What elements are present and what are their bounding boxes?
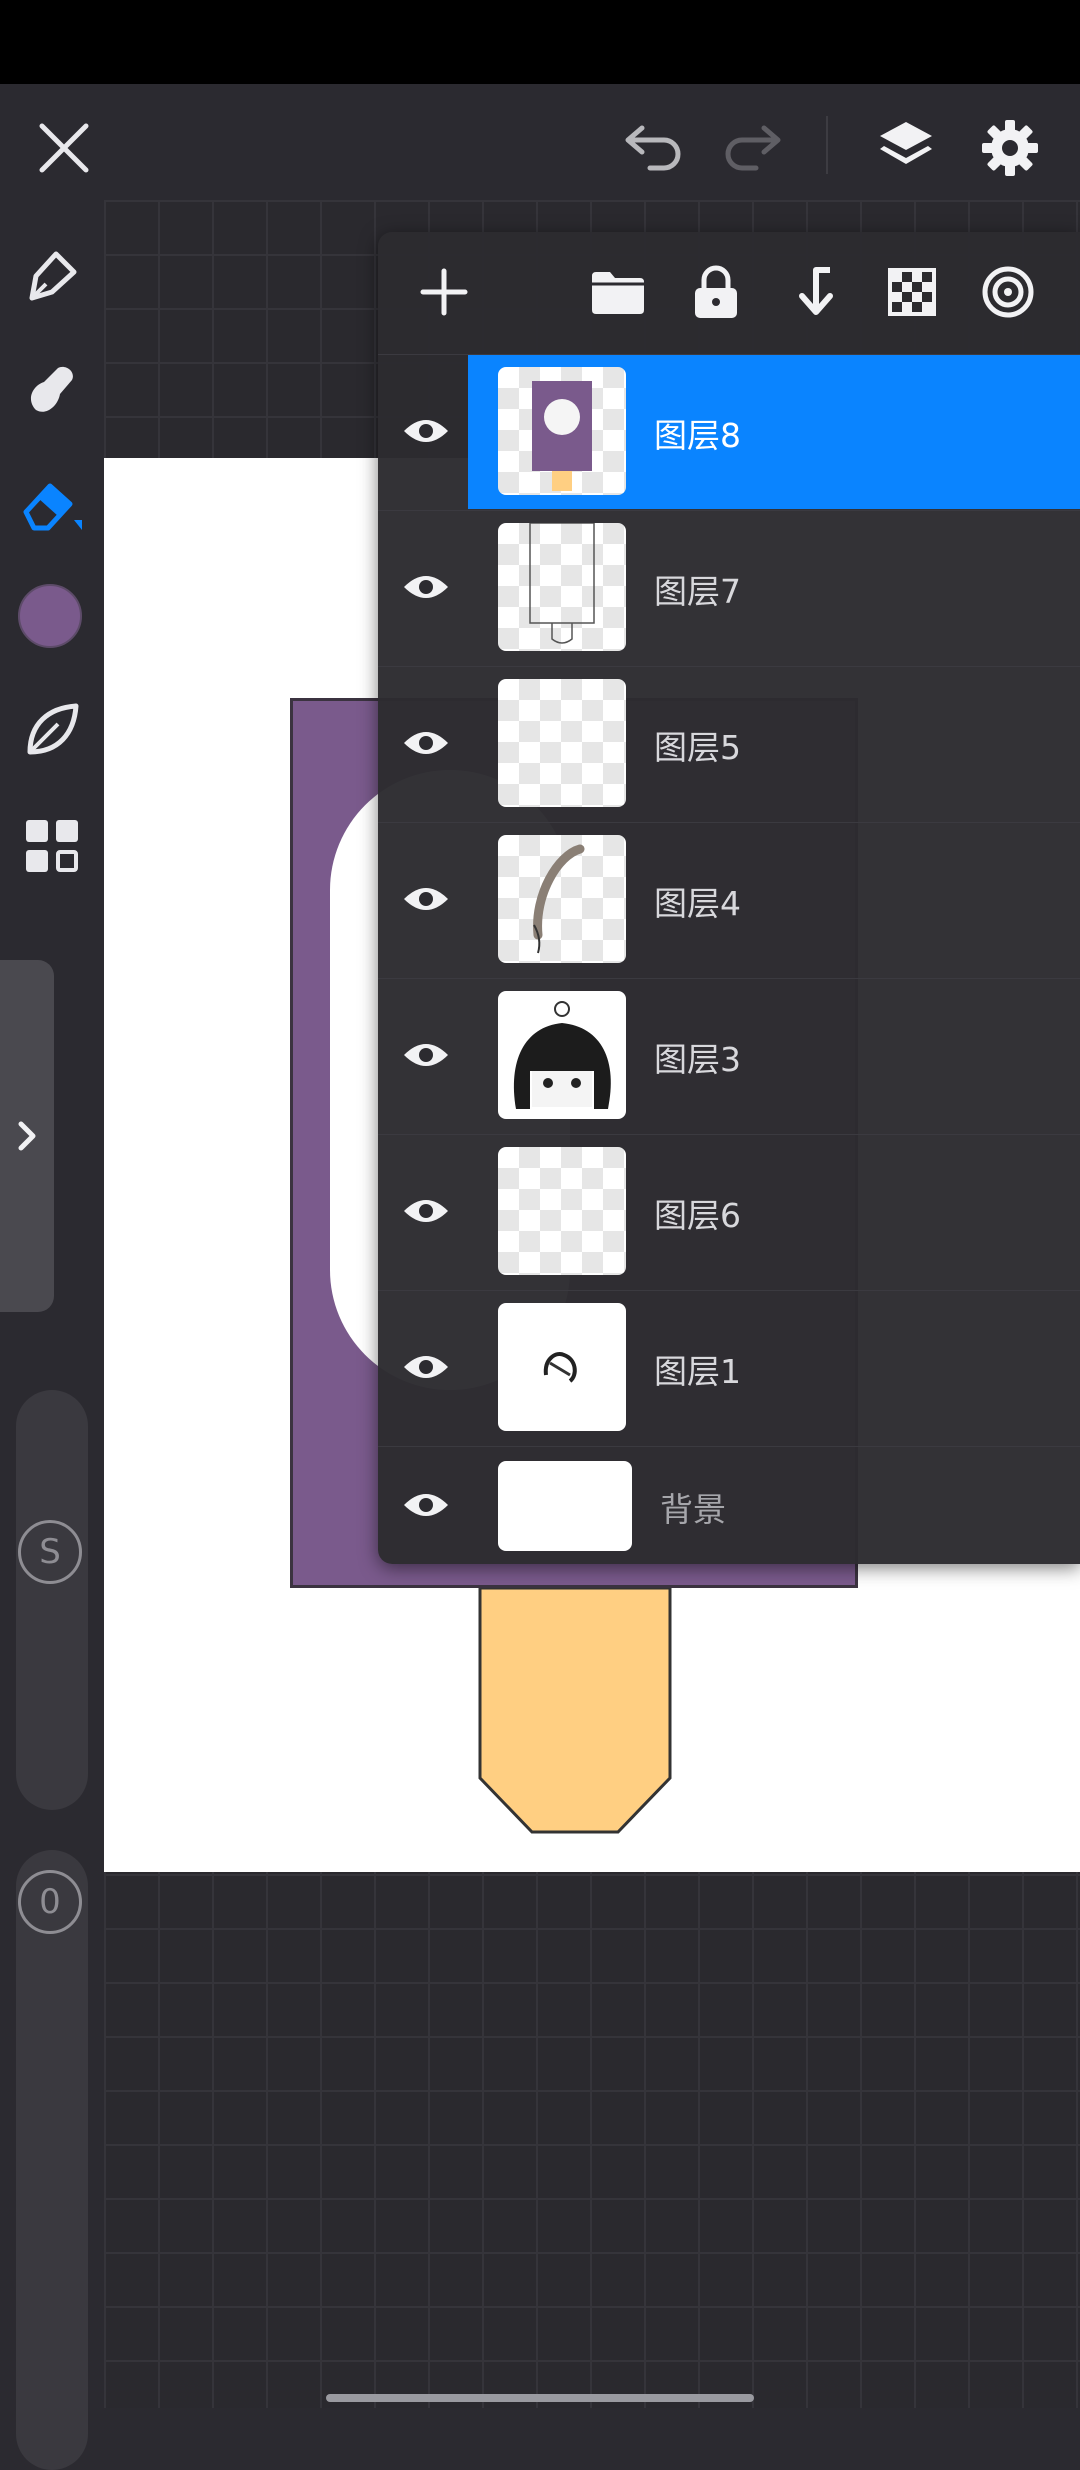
layers-panel-header bbox=[378, 232, 1080, 354]
layer-name: 图层6 bbox=[654, 1196, 741, 1235]
eraser-icon[interactable] bbox=[16, 468, 88, 540]
layer-name: 图层4 bbox=[654, 884, 741, 923]
redo-icon[interactable] bbox=[718, 112, 790, 184]
eye-icon[interactable] bbox=[396, 1475, 456, 1535]
eye-icon[interactable] bbox=[396, 1025, 456, 1085]
eye-icon[interactable] bbox=[396, 1181, 456, 1241]
leaf-icon[interactable] bbox=[16, 694, 88, 766]
brush-size-slider[interactable] bbox=[16, 1390, 88, 1810]
layer-name: 图层1 bbox=[654, 1352, 741, 1391]
folder-icon[interactable] bbox=[586, 260, 650, 324]
layer-thumbnail bbox=[498, 523, 626, 651]
smudge-icon[interactable] bbox=[16, 354, 88, 426]
layer-name: 图层3 bbox=[654, 1040, 741, 1079]
layers-panel: 图层8 图层7 图层5 图层4 图层3 图层6 图层1 背景 bbox=[378, 232, 1080, 1564]
close-icon[interactable] bbox=[28, 112, 100, 184]
size-label: S bbox=[18, 1520, 82, 1584]
layer-thumbnail bbox=[498, 367, 626, 495]
lock-icon[interactable] bbox=[684, 260, 748, 324]
grid-icon[interactable] bbox=[16, 810, 88, 882]
eye-icon[interactable] bbox=[396, 401, 456, 461]
layer-thumbnail bbox=[498, 1303, 626, 1431]
layer-row[interactable]: 图层7 bbox=[378, 510, 1080, 667]
layer-thumbnail bbox=[498, 679, 626, 807]
status-bar bbox=[0, 0, 1080, 84]
eye-icon[interactable] bbox=[396, 713, 456, 773]
layer-thumbnail bbox=[498, 835, 626, 963]
opacity-slider[interactable] bbox=[16, 1850, 88, 2470]
color-swatch[interactable] bbox=[18, 584, 82, 648]
gear-icon[interactable] bbox=[970, 108, 1050, 188]
layers-icon[interactable] bbox=[866, 108, 946, 188]
opacity-label: 0 bbox=[18, 1870, 82, 1934]
layer-row[interactable]: 图层6 bbox=[378, 1134, 1080, 1291]
layer-row[interactable]: 图层8 bbox=[378, 354, 1080, 511]
layer-thumbnail bbox=[498, 991, 626, 1119]
layer-name: 图层7 bbox=[654, 572, 741, 611]
layer-name: 图层5 bbox=[654, 728, 741, 767]
target-icon[interactable] bbox=[976, 260, 1040, 324]
layer-name: 图层8 bbox=[654, 416, 741, 455]
layer-row[interactable]: 图层4 bbox=[378, 822, 1080, 979]
sidebar-expand-tab[interactable] bbox=[0, 960, 54, 1312]
artwork-popsicle-stick bbox=[478, 1588, 672, 1834]
checker-icon[interactable] bbox=[880, 260, 944, 324]
top-toolbar bbox=[0, 84, 1080, 200]
eye-icon[interactable] bbox=[396, 869, 456, 929]
home-indicator bbox=[326, 2394, 754, 2402]
layer-row[interactable]: 图层3 bbox=[378, 978, 1080, 1135]
layer-thumbnail bbox=[498, 1147, 626, 1275]
background-thumbnail bbox=[498, 1461, 632, 1551]
merge-down-icon[interactable] bbox=[782, 260, 846, 324]
undo-icon[interactable] bbox=[616, 112, 688, 184]
eye-icon[interactable] bbox=[396, 1337, 456, 1397]
eye-icon[interactable] bbox=[396, 557, 456, 617]
pen-icon[interactable] bbox=[16, 240, 88, 312]
plus-icon[interactable] bbox=[412, 260, 476, 324]
layer-name: 背景 bbox=[660, 1490, 726, 1529]
chevron-right-icon bbox=[18, 1121, 36, 1151]
layer-row[interactable]: 图层1 bbox=[378, 1290, 1080, 1447]
toolbar-divider bbox=[826, 116, 828, 174]
layer-row[interactable]: 图层5 bbox=[378, 666, 1080, 823]
layer-row[interactable]: 背景 bbox=[378, 1446, 1080, 1565]
